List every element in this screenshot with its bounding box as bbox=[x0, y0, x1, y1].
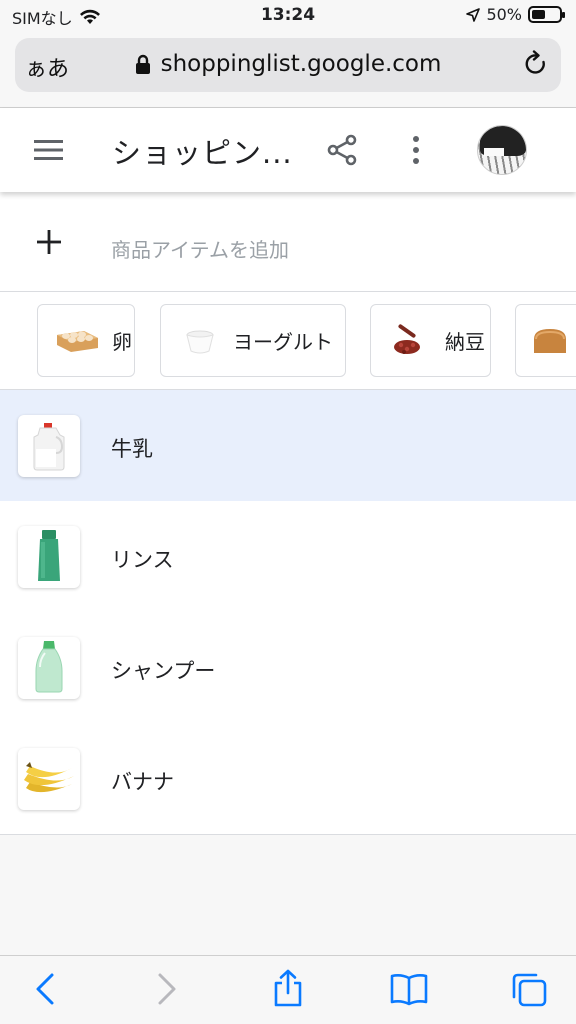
banana-image bbox=[24, 762, 74, 793]
add-item-row[interactable]: 商品アイテムを追加 bbox=[0, 192, 576, 292]
chip-label: 納豆 bbox=[445, 330, 485, 354]
milk-jug-image bbox=[33, 423, 65, 471]
url-text[interactable]: shoppinglist.google.com bbox=[161, 51, 442, 77]
forward-icon[interactable] bbox=[156, 972, 178, 1006]
suggestion-chip-natto[interactable]: 納豆 bbox=[370, 304, 491, 377]
item-thumbnail bbox=[18, 415, 80, 477]
share-sheet-icon[interactable] bbox=[272, 968, 304, 1008]
shampoo-bottle-image bbox=[35, 641, 63, 693]
list-item[interactable]: バナナ bbox=[0, 723, 576, 834]
natto-image bbox=[394, 323, 420, 354]
plus-icon[interactable] bbox=[37, 230, 61, 254]
reload-icon[interactable] bbox=[523, 50, 549, 78]
hamburger-menu-icon[interactable] bbox=[34, 138, 64, 162]
more-options-icon[interactable] bbox=[404, 134, 428, 166]
battery-level bbox=[532, 10, 545, 19]
item-thumbnail bbox=[18, 526, 80, 588]
list-item[interactable]: シャンプー bbox=[0, 612, 576, 723]
lock-icon bbox=[135, 54, 150, 74]
status-bar: SIMなし 13:24 50% bbox=[0, 0, 576, 32]
bookmarks-icon[interactable] bbox=[389, 972, 429, 1006]
suggestion-chip-bread[interactable] bbox=[515, 304, 576, 377]
item-thumbnail bbox=[18, 748, 80, 810]
item-label: シャンプー bbox=[111, 659, 216, 683]
item-thumbnail bbox=[18, 637, 80, 699]
page-title: ショッピン... bbox=[112, 136, 293, 170]
tabs-icon[interactable] bbox=[510, 972, 548, 1008]
bread-image bbox=[534, 328, 566, 353]
suggestion-chip-yogurt[interactable]: ヨーグルト bbox=[160, 304, 346, 377]
item-label: 牛乳 bbox=[111, 437, 153, 461]
location-arrow-icon bbox=[466, 7, 481, 22]
chip-label: ヨーグルト bbox=[233, 330, 333, 354]
list-item[interactable]: リンス bbox=[0, 501, 576, 612]
item-label: リンス bbox=[111, 548, 174, 572]
battery-percent: 50% bbox=[486, 5, 522, 24]
suggestion-chips: 卵 ヨーグルト 納豆 bbox=[0, 292, 576, 390]
shopping-list: 牛乳 リンス シャンプー バナナ bbox=[0, 390, 576, 835]
back-icon[interactable] bbox=[34, 972, 56, 1006]
yogurt-image bbox=[186, 330, 214, 353]
battery-icon bbox=[528, 6, 565, 23]
item-label: バナナ bbox=[111, 770, 174, 794]
chip-label: 卵 bbox=[112, 330, 132, 354]
list-item[interactable]: 牛乳 bbox=[0, 390, 576, 501]
address-bar[interactable]: ぁあ shoppinglist.google.com bbox=[15, 38, 561, 92]
egg-carton-image bbox=[57, 330, 98, 352]
browser-toolbar bbox=[0, 955, 576, 1024]
add-item-input[interactable]: 商品アイテムを追加 bbox=[111, 234, 289, 263]
share-icon[interactable] bbox=[326, 134, 358, 166]
browser-address-area: ぁあ shoppinglist.google.com bbox=[0, 32, 576, 108]
rinse-bottle-image bbox=[38, 530, 60, 581]
avatar[interactable] bbox=[477, 125, 527, 175]
suggestion-chip-egg[interactable]: 卵 bbox=[37, 304, 135, 377]
app-toolbar: ショッピン... bbox=[0, 108, 576, 192]
